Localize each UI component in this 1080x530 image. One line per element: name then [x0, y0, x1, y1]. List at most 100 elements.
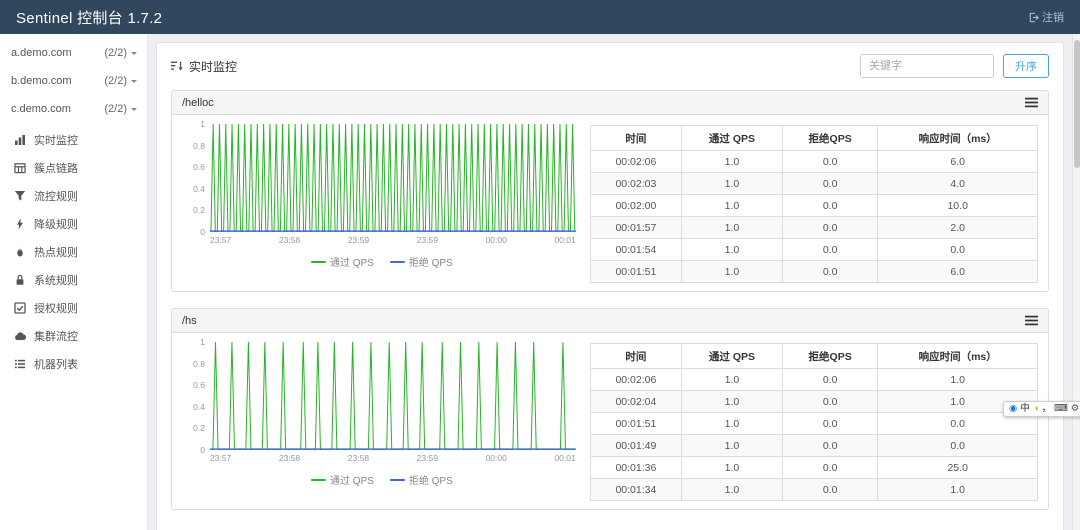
- sidebar-item-7[interactable]: 集群流控: [0, 322, 147, 350]
- table-cell: 0.0: [781, 216, 879, 239]
- table-cell: 00:02:03: [589, 172, 683, 195]
- legend-item[interactable]: 通过 QPS: [310, 472, 374, 487]
- table-cell: 00:02:06: [589, 150, 683, 173]
- cluster-link-icon: [14, 162, 26, 174]
- ime-keyboard-icon[interactable]: ⌨: [1054, 404, 1068, 414]
- table-cell: 1.0: [681, 216, 783, 239]
- sidebar-item-8[interactable]: 机器列表: [0, 350, 147, 378]
- qps-chart: 1 0.8 0.6 0.4 0.2 0 23:57 23:58 23:59 23:59 00:00…: [182, 119, 576, 283]
- table-cell: 0.0: [781, 172, 879, 195]
- legend-item[interactable]: 拒绝 QPS: [389, 254, 453, 269]
- app-health-count: (2/2): [104, 103, 137, 115]
- ime-halfwidth-icon[interactable]: ◑: [1033, 404, 1039, 414]
- x-tick-label: 00:00: [485, 235, 507, 245]
- table-cell: 0.0: [781, 456, 879, 479]
- table-cell: 00:01:57: [589, 216, 683, 239]
- sidebar-item-label: 系统规则: [34, 275, 78, 287]
- table-header-cell: 响应时间（ms）: [877, 343, 1038, 369]
- table-cell: 10.0: [877, 194, 1038, 217]
- chart-plot: [210, 342, 576, 450]
- app-name: c.demo.com: [11, 103, 71, 115]
- table-cell: 00:01:51: [589, 260, 683, 283]
- legend-item[interactable]: 通过 QPS: [310, 254, 374, 269]
- table-cell: 2.0: [877, 216, 1038, 239]
- table-row: 00:01:36 1.0 0.0 25.0: [589, 456, 1038, 479]
- table-cell: 1.0: [681, 412, 783, 435]
- table-cell: 1.0: [681, 434, 783, 457]
- sidebar-item-label: 流控规则: [34, 191, 78, 203]
- panel-resource-title: /hs: [182, 314, 197, 327]
- sidebar-item-6[interactable]: 授权规则: [0, 294, 147, 322]
- top-navbar: Sentinel 控制台 1.7.2 注销: [0, 0, 1080, 34]
- x-tick-label: 23:59: [416, 453, 438, 463]
- table-row: 00:01:57 1.0 0.0 2.0: [589, 216, 1038, 239]
- table-cell: 0.0: [877, 434, 1038, 457]
- sidebar-item-5[interactable]: 系统规则: [0, 266, 147, 294]
- chart-x-axis: 23:57 23:58 23:59 23:59 00:00 00:01: [210, 235, 576, 245]
- table-row: 00:02:03 1.0 0.0 4.0: [589, 172, 1038, 195]
- sort-order-button[interactable]: 升序: [1003, 54, 1049, 78]
- table-header-cell: 响应时间（ms）: [877, 125, 1038, 151]
- ime-settings-icon[interactable]: ⚙: [1071, 404, 1080, 414]
- sidebar-app-1[interactable]: b.demo.com (2/2): [0, 67, 147, 95]
- table-cell: 00:01:34: [589, 478, 683, 501]
- table-cell: 00:02:00: [589, 194, 683, 217]
- logout-icon: [1029, 12, 1039, 22]
- ime-lang-icon[interactable]: 中: [1020, 404, 1030, 414]
- table-cell: 1.0: [681, 456, 783, 479]
- main-content: 实时监控 升序 /helloc: [148, 34, 1080, 530]
- search-input[interactable]: [860, 54, 994, 78]
- panel-menu-icon[interactable]: [1025, 314, 1038, 327]
- sidebar-item-label: 簇点链路: [34, 163, 78, 175]
- table-cell: 6.0: [877, 150, 1038, 173]
- table-cell: 1.0: [877, 478, 1038, 501]
- x-tick-label: 23:57: [210, 235, 232, 245]
- sidebar-menu: 实时监控 簇点链路 流控规则 降级规则 热点规则 系统规则 授权规则 集群流控: [0, 126, 147, 378]
- logout-link[interactable]: 注销: [1028, 9, 1064, 25]
- sidebar-item-4[interactable]: 热点规则: [0, 238, 147, 266]
- table-row: 00:02:04 1.0 0.0 1.0: [589, 390, 1038, 413]
- check-square-icon: [14, 302, 26, 314]
- sidebar-item-0[interactable]: 实时监控: [0, 126, 147, 154]
- sidebar-item-3[interactable]: 降级规则: [0, 210, 147, 238]
- table-cell: 6.0: [877, 260, 1038, 283]
- table-row: 00:02:06 1.0 0.0 6.0: [589, 150, 1038, 173]
- table-header-cell: 时间: [589, 125, 683, 151]
- table-cell: 1.0: [681, 172, 783, 195]
- x-tick-label: 23:58: [347, 453, 370, 463]
- x-tick-label: 00:01: [554, 453, 576, 463]
- sidebar-item-1[interactable]: 簇点链路: [0, 154, 147, 182]
- page-scrollbar[interactable]: [1072, 34, 1080, 530]
- sidebar-app-2[interactable]: c.demo.com (2/2): [0, 95, 147, 123]
- legend-item[interactable]: 拒绝 QPS: [389, 472, 453, 487]
- table-cell: 0.0: [781, 478, 879, 501]
- table-row: 00:01:54 1.0 0.0 0.0: [589, 238, 1038, 261]
- chart-legend: 通过 QPS 拒绝 QPS: [188, 254, 576, 269]
- page-title: 实时监控: [189, 59, 238, 74]
- table-row: 00:02:06 1.0 0.0 1.0: [589, 368, 1038, 391]
- ime-punct-icon[interactable]: ，: [1042, 404, 1052, 414]
- table-cell: 1.0: [681, 478, 783, 501]
- panel-menu-icon[interactable]: [1025, 96, 1038, 109]
- table-cell: 00:01:49: [589, 434, 683, 457]
- panel-header: /hs: [172, 309, 1048, 333]
- table-cell: 00:01:36: [589, 456, 683, 479]
- app-health-count: (2/2): [104, 47, 137, 59]
- table-cell: 1.0: [681, 150, 783, 173]
- lock-icon: [14, 274, 26, 286]
- resource-panel: /helloc 1 0.8 0.6 0.4 0.2 0 23:57 23:58 …: [171, 90, 1049, 292]
- table-header-cell: 时间: [589, 343, 683, 369]
- sidebar: a.demo.com (2/2) b.demo.com (2/2) c.demo…: [0, 34, 148, 530]
- sidebar-item-2[interactable]: 流控规则: [0, 182, 147, 210]
- ime-logo-icon[interactable]: ◉: [1009, 404, 1017, 414]
- x-tick-label: 00:01: [554, 235, 576, 245]
- x-tick-label: 23:57: [210, 453, 232, 463]
- sidebar-app-0[interactable]: a.demo.com (2/2): [0, 39, 147, 67]
- ime-toolbar[interactable]: ◉ 中 ◑， ⌨ ⚙: [1003, 401, 1080, 417]
- table-cell: 0.0: [781, 434, 879, 457]
- metrics-table-block: 时间 通过 QPS 拒绝QPS 响应时间（ms） 00:02:06 1.0 0.0 6.0 00…: [589, 124, 1038, 283]
- scrollbar-thumb[interactable]: [1074, 40, 1080, 168]
- table-cell: 0.0: [781, 150, 879, 173]
- table-cell: 0.0: [781, 194, 879, 217]
- table-cell: 0.0: [781, 368, 879, 391]
